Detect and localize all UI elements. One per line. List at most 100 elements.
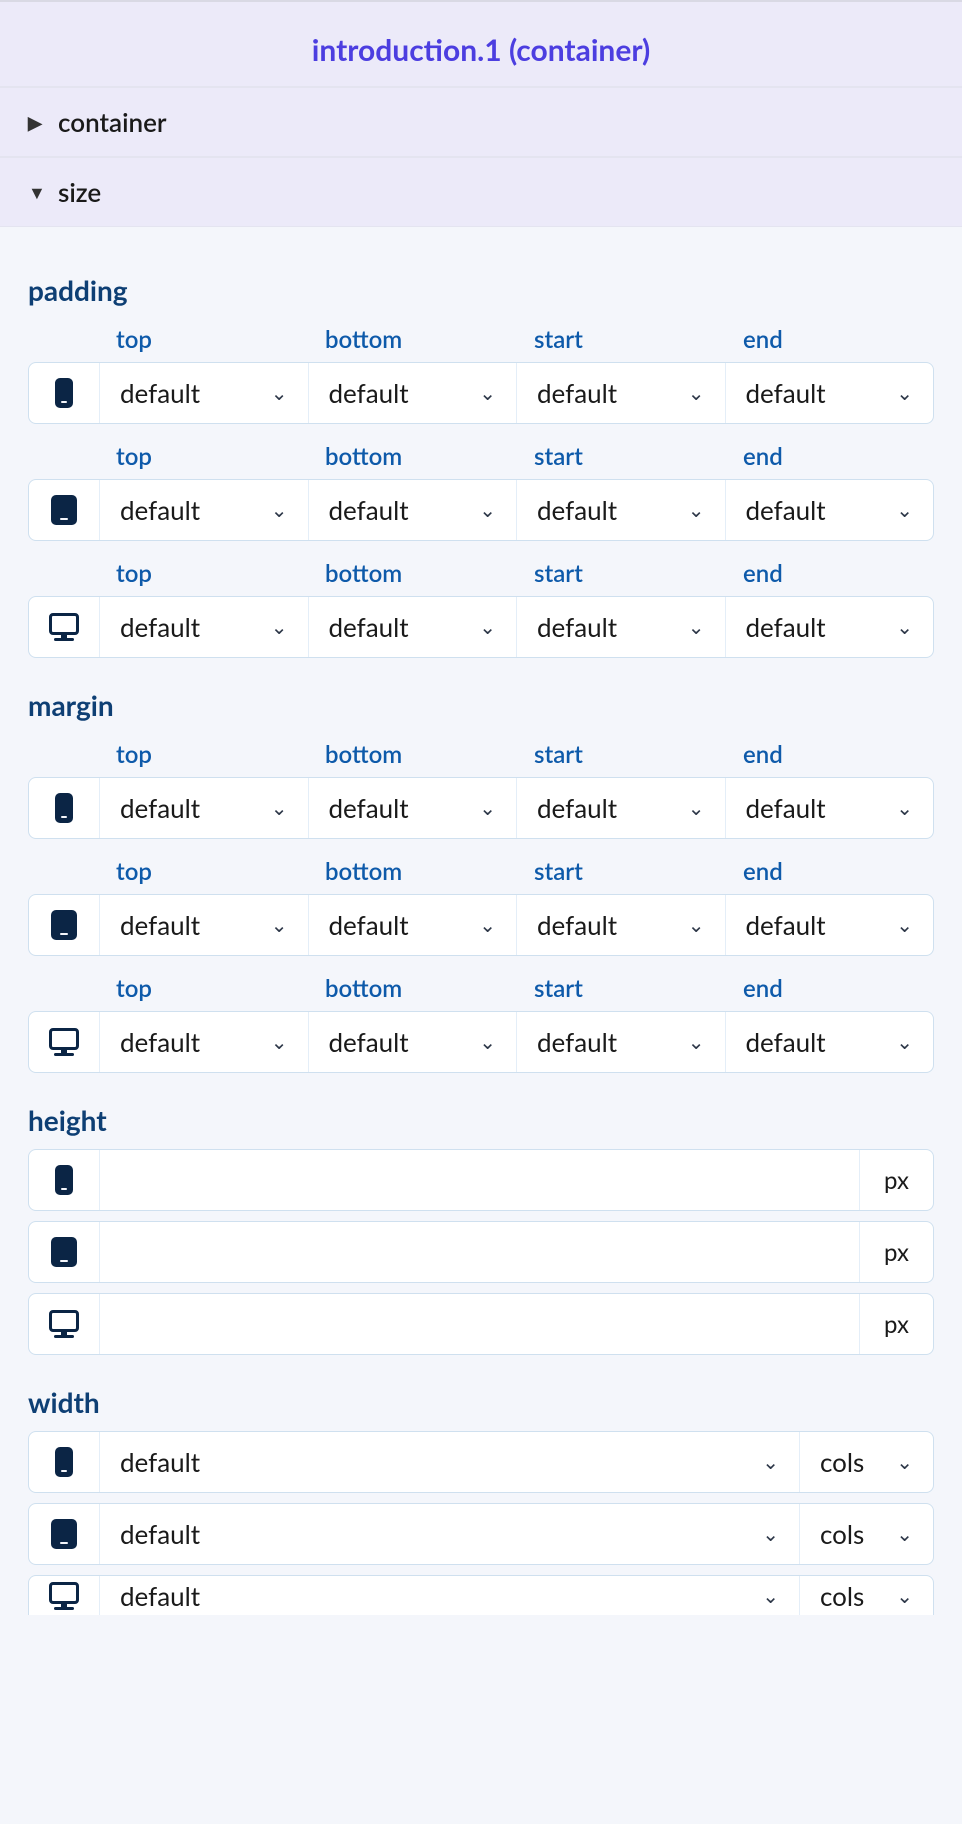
chevron-down-icon: ⌄ [896,615,913,639]
margin-header-mobile: top bottom start end [28,740,934,769]
padding-header-mobile: top bottom start end [28,325,934,354]
padding-tablet-start[interactable]: default⌄ [516,480,725,540]
tablet-icon [51,910,77,940]
margin-header-tablet: top bottom start end [28,857,934,886]
section-label-size: size [58,176,101,208]
section-container[interactable]: ▶ container [0,87,962,157]
chevron-down-icon: ⌄ [688,381,705,405]
chevron-down-icon: ⌄ [479,1030,496,1054]
margin-tablet-end[interactable]: default⌄ [725,895,934,955]
col-bottom: bottom [307,740,516,769]
mobile-icon [55,378,73,408]
padding-row-desktop: default⌄ default⌄ default⌄ default⌄ [28,596,934,658]
label-padding: padding [28,273,934,307]
margin-desktop-end[interactable]: default⌄ [725,1012,934,1072]
width-desktop-unit[interactable]: cols⌄ [799,1576,933,1615]
chevron-down-icon: ⌄ [762,1450,779,1474]
margin-desktop-start[interactable]: default⌄ [516,1012,725,1072]
margin-tablet-start[interactable]: default⌄ [516,895,725,955]
padding-desktop-bottom[interactable]: default⌄ [308,597,517,657]
chevron-down-icon: ⌄ [479,796,496,820]
margin-row-desktop: default⌄ default⌄ default⌄ default⌄ [28,1011,934,1073]
tablet-icon [51,1237,77,1267]
width-desktop-select[interactable]: default⌄ [99,1576,799,1615]
margin-mobile-end[interactable]: default⌄ [725,778,934,838]
chevron-down-icon: ⌄ [479,381,496,405]
desktop-icon [49,613,79,635]
chevron-down-icon: ⌄ [896,1584,913,1608]
margin-mobile-bottom[interactable]: default⌄ [308,778,517,838]
padding-row-mobile: default⌄ default⌄ default⌄ default⌄ [28,362,934,424]
padding-tablet-bottom[interactable]: default⌄ [308,480,517,540]
width-tablet-unit[interactable]: cols⌄ [799,1504,933,1564]
col-end: end [725,740,934,769]
padding-desktop-end[interactable]: default⌄ [725,597,934,657]
mobile-icon [55,793,73,823]
col-start: start [516,857,725,886]
padding-mobile-top[interactable]: default⌄ [99,363,308,423]
margin-mobile-start[interactable]: default⌄ [516,778,725,838]
chevron-down-icon: ⌄ [271,615,288,639]
tablet-icon [51,495,77,525]
padding-row-tablet: default⌄ default⌄ default⌄ default⌄ [28,479,934,541]
padding-mobile-end[interactable]: default⌄ [725,363,934,423]
col-end: end [725,559,934,588]
width-row-desktop: default⌄ cols⌄ [28,1575,934,1615]
chevron-down-icon: ⌄ [479,913,496,937]
chevron-down-icon: ⌄ [688,615,705,639]
margin-mobile-top[interactable]: default⌄ [99,778,308,838]
width-row-mobile: default⌄ cols⌄ [28,1431,934,1493]
col-top: top [98,325,307,354]
col-bottom: bottom [307,442,516,471]
chevron-down-icon: ⌄ [688,1030,705,1054]
width-mobile-select[interactable]: default⌄ [99,1432,799,1492]
padding-tablet-end[interactable]: default⌄ [725,480,934,540]
width-tablet-select[interactable]: default⌄ [99,1504,799,1564]
chevron-down-icon: ⌄ [896,1030,913,1054]
chevron-down-icon: ▼ [28,181,44,204]
desktop-icon [49,1582,79,1604]
col-bottom: bottom [307,857,516,886]
padding-desktop-start[interactable]: default⌄ [516,597,725,657]
col-top: top [98,559,307,588]
col-end: end [725,974,934,1003]
margin-row-mobile: default⌄ default⌄ default⌄ default⌄ [28,777,934,839]
margin-tablet-bottom[interactable]: default⌄ [308,895,517,955]
section-label-container: container [58,106,167,138]
height-row-desktop: px [28,1293,934,1355]
tablet-icon [51,1519,77,1549]
width-mobile-unit[interactable]: cols⌄ [799,1432,933,1492]
col-top: top [98,857,307,886]
col-bottom: bottom [307,325,516,354]
mobile-icon [55,1165,73,1195]
padding-tablet-top[interactable]: default⌄ [99,480,308,540]
chevron-down-icon: ⌄ [688,796,705,820]
height-row-tablet: px [28,1221,934,1283]
col-end: end [725,442,934,471]
col-end: end [725,857,934,886]
height-desktop-unit: px [859,1294,933,1354]
chevron-down-icon: ⌄ [896,498,913,522]
chevron-down-icon: ⌄ [896,913,913,937]
chevron-down-icon: ⌄ [271,913,288,937]
height-tablet-input[interactable] [99,1222,859,1282]
margin-desktop-bottom[interactable]: default⌄ [308,1012,517,1072]
padding-mobile-bottom[interactable]: default⌄ [308,363,517,423]
height-desktop-input[interactable] [99,1294,859,1354]
desktop-icon [49,1310,79,1332]
chevron-right-icon: ▶ [28,111,44,134]
label-height: height [28,1103,934,1137]
padding-header-tablet: top bottom start end [28,442,934,471]
section-size[interactable]: ▼ size [0,157,962,227]
padding-desktop-top[interactable]: default⌄ [99,597,308,657]
chevron-down-icon: ⌄ [762,1522,779,1546]
margin-desktop-top[interactable]: default⌄ [99,1012,308,1072]
col-start: start [516,974,725,1003]
label-width: width [28,1385,934,1419]
margin-tablet-top[interactable]: default⌄ [99,895,308,955]
height-mobile-input[interactable] [99,1150,859,1210]
height-row-mobile: px [28,1149,934,1211]
padding-mobile-start[interactable]: default⌄ [516,363,725,423]
col-top: top [98,442,307,471]
col-start: start [516,740,725,769]
